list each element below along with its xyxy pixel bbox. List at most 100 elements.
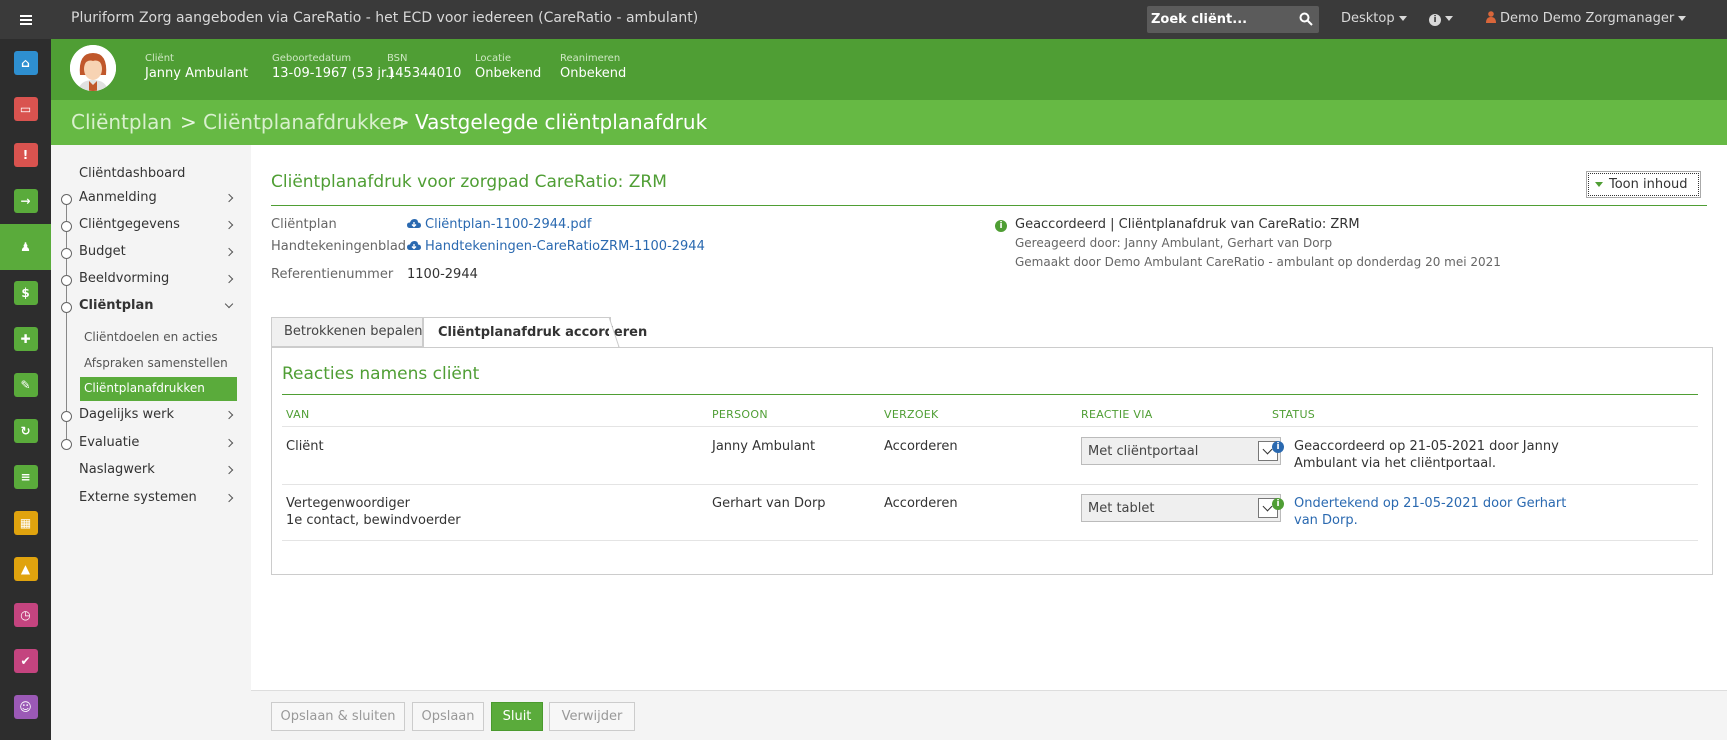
rail-item-road[interactable]: ▲ <box>0 546 51 592</box>
meta-label-handtekeningenblad: Handtekeningenblad <box>271 239 407 254</box>
rail-item-puzzle[interactable]: ✚ <box>0 316 51 362</box>
reacties-panel: Reacties namens cliënt VAN PERSOON VERZO… <box>271 347 1713 575</box>
triangle-down-icon <box>1595 182 1603 187</box>
rail-item-user[interactable]: ☺ <box>0 684 51 730</box>
desktop-menu[interactable]: Desktop <box>1341 11 1407 26</box>
step-circle-icon <box>61 194 72 205</box>
sidebar-subitem-clientplanafdrukken[interactable]: Cliëntplanafdrukken <box>80 377 237 401</box>
road-icon: ▲ <box>13 557 38 581</box>
money-icon: $ <box>13 281 38 305</box>
row-1-persoon: Janny Ambulant <box>712 439 816 454</box>
user-icon: ☺ <box>13 695 38 719</box>
info-icon: i <box>1272 498 1284 510</box>
chevron-right-icon <box>224 220 234 230</box>
client-field: Geboortedatum 13-09-1967 (53 jr.) <box>272 53 394 81</box>
rail-item-home[interactable]: ⌂ <box>0 40 51 86</box>
icon-rail: ⌂ ▭! → ♟ $ ✚ ✎ ↻ ≡ ▦ ▲ ◷ ✔ ☺ <box>0 39 51 740</box>
sidebar-item-clientgegevens[interactable]: Cliëntgegevens <box>79 217 180 232</box>
rail-item-document[interactable]: ≡ <box>0 454 51 500</box>
caret-down-icon <box>1678 16 1687 21</box>
row-1-reactie-select[interactable]: Met cliëntportaal <box>1081 437 1281 465</box>
inbox-icon: ▭ <box>13 97 38 121</box>
puzzle-icon: ✚ <box>13 327 38 351</box>
step-circle-icon <box>61 221 72 232</box>
sidebar-item-evaluatie[interactable]: Evaluatie <box>79 435 139 450</box>
rail-item-pencil[interactable]: ✎ <box>0 362 51 408</box>
info-icon: i <box>1429 14 1441 26</box>
cloud-download-icon <box>407 219 421 228</box>
search-icon[interactable] <box>1299 12 1313 26</box>
rail-item-clock[interactable]: ◷ <box>0 592 51 638</box>
sidebar-item-dashboard[interactable]: Cliëntdashboard <box>79 166 185 181</box>
app-title: Pluriform Zorg aangeboden via CareRatio … <box>71 10 699 26</box>
user-menu[interactable]: Demo Demo Zorgmanager <box>1486 11 1687 26</box>
login-icon: → <box>13 189 38 213</box>
sluit-button[interactable]: Sluit <box>491 702 543 731</box>
clientplan-file-link[interactable]: Cliëntplan-1100-2944.pdf <box>407 217 591 232</box>
rail-item-login[interactable]: → <box>0 178 51 224</box>
client-field-label: Locatie <box>475 53 511 64</box>
tab-clientplanafdruk-accorderen[interactable]: Cliëntplanafdruk accorderen <box>423 317 647 347</box>
verwijder-button[interactable]: Verwijder <box>549 702 635 731</box>
column-header-reactie-via: REACTIE VIA <box>1081 408 1153 421</box>
client-field-value: 13-09-1967 (53 jr.) <box>272 66 395 81</box>
client-field: Reanimeren Onbekend <box>560 53 626 81</box>
main-content: Cliëntplanafdruk voor zorgpad CareRatio:… <box>251 145 1727 690</box>
row-2-van-detail: 1e contact, bewindvoerder <box>286 513 461 528</box>
client-icon: ♟ <box>20 240 31 254</box>
sidebar-item-externe-systemen[interactable]: Externe systemen <box>79 490 197 505</box>
client-avatar[interactable] <box>70 45 116 91</box>
client-field-label: BSN <box>387 53 408 64</box>
rail-item-money[interactable]: $ <box>0 270 51 316</box>
info-menu[interactable]: i <box>1429 11 1453 26</box>
breadcrumb-item-current: Vastgelegde cliëntplanafdruk <box>415 110 708 134</box>
breadcrumb-item-clientplanafdrukken[interactable]: Cliëntplanafdrukken <box>203 110 404 134</box>
chevron-right-icon <box>224 465 234 475</box>
rail-item-refresh[interactable]: ↻ <box>0 408 51 454</box>
row-divider <box>282 484 1698 485</box>
chevron-right-icon <box>224 193 234 203</box>
rail-item-calendar[interactable]: ▦ <box>0 500 51 546</box>
rail-item-inbox[interactable]: ▭ <box>0 86 51 132</box>
sidebar-subitem-clientdoelen[interactable]: Cliëntdoelen en acties <box>84 330 218 344</box>
chevron-right-icon <box>224 247 234 257</box>
rail-item-warning[interactable]: ! <box>0 132 51 178</box>
rail-item-check[interactable]: ✔ <box>0 638 51 684</box>
meta-label-clientplan: Cliëntplan <box>271 217 337 232</box>
sidebar-subitem-afspraken[interactable]: Afspraken samenstellen <box>84 356 228 370</box>
breadcrumb-separator: > <box>393 110 410 134</box>
sidebar-item-budget[interactable]: Budget <box>79 244 126 259</box>
info-icon: i <box>1272 441 1284 453</box>
sidebar-item-aanmelding[interactable]: Aanmelding <box>79 190 157 205</box>
sidebar-item-clientplan[interactable]: Cliëntplan <box>79 298 154 313</box>
opslaan-button[interactable]: Opslaan <box>412 702 484 731</box>
client-field: Locatie Onbekend <box>475 53 541 81</box>
tab-betrokkenen-bepalen[interactable]: Betrokkenen bepalen <box>271 317 423 347</box>
client-field-value: 145344010 <box>387 66 462 81</box>
handtekeningenblad-file-link[interactable]: Handtekeningen-CareRatioZRM-1100-2944 <box>407 239 705 254</box>
rail-item-client[interactable]: ♟ <box>0 224 51 270</box>
row-1-verzoek: Accorderen <box>884 439 958 454</box>
client-field-label: Reanimeren <box>560 53 621 64</box>
refresh-icon: ↻ <box>13 419 38 443</box>
chevron-right-icon <box>224 438 234 448</box>
client-field: Cliënt Janny Ambulant <box>145 53 248 81</box>
caret-down-icon <box>1398 16 1407 21</box>
row-2-reactie-select[interactable]: Met tablet <box>1081 494 1281 522</box>
sidebar-item-beeldvorming[interactable]: Beeldvorming <box>79 271 169 286</box>
panel-divider <box>282 394 1698 395</box>
menu-icon[interactable] <box>0 0 51 39</box>
client-header: Cliënt Janny Ambulant Geboortedatum 13-09-1… <box>51 39 1727 100</box>
sidebar-item-dagelijks-werk[interactable]: Dagelijks werk <box>79 407 174 422</box>
row-2-verzoek: Accorderen <box>884 496 958 511</box>
search-input[interactable] <box>1147 6 1295 33</box>
tab-arrow <box>608 316 620 349</box>
breadcrumb-item-clientplan[interactable]: Cliëntplan <box>71 110 172 134</box>
nav-timeline <box>66 196 67 445</box>
clock-icon: ◷ <box>13 603 38 627</box>
opslaan-sluiten-button[interactable]: Opslaan & sluiten <box>271 702 405 731</box>
toon-inhoud-button[interactable]: Toon inhoud <box>1586 171 1701 198</box>
sidebar-item-naslagwerk[interactable]: Naslagwerk <box>79 462 155 477</box>
row-2-persoon: Gerhart van Dorp <box>712 496 826 511</box>
client-search <box>1147 6 1319 33</box>
